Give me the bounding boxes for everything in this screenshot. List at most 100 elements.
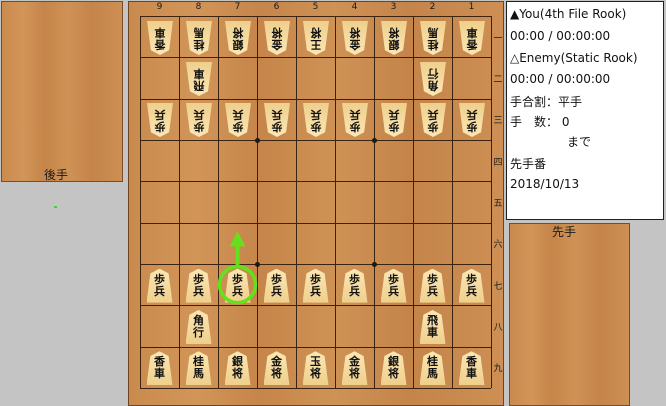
- piece-char: 歩: [349, 272, 360, 286]
- rank-label: 七: [493, 281, 503, 292]
- file-label: 3: [390, 2, 397, 12]
- rank-label: 二: [493, 74, 503, 85]
- piece-char: 行: [427, 66, 438, 80]
- sente-piece[interactable]: 銀将: [224, 351, 251, 386]
- piece-char: 兵: [388, 108, 399, 122]
- move-count: 手 数： 0: [510, 115, 570, 129]
- piece-char: 兵: [271, 284, 282, 298]
- grid-line-vertical: [374, 16, 375, 388]
- grid-line-horizontal: [140, 99, 491, 100]
- piece-char: 兵: [427, 108, 438, 122]
- piece-char: 銀: [388, 37, 399, 51]
- sente-clock: 00:00 / 00:00:00: [510, 29, 611, 43]
- piece-char: 歩: [466, 120, 477, 134]
- sente-piece[interactable]: 角行: [185, 309, 212, 344]
- piece-char: 歩: [466, 272, 477, 286]
- grid-line-vertical: [179, 16, 180, 388]
- sente-piece[interactable]: 香車: [146, 351, 173, 386]
- star-point: [372, 261, 377, 267]
- sente-piece[interactable]: 歩兵: [341, 268, 368, 303]
- sente-piece[interactable]: 香車: [458, 351, 485, 386]
- sente-piece[interactable]: 歩兵: [380, 268, 407, 303]
- grid-line-vertical: [140, 16, 141, 388]
- piece-char: 歩: [154, 120, 165, 134]
- sente-piece[interactable]: 歩兵: [224, 268, 251, 303]
- gote-piece-stand[interactable]: [1, 1, 123, 182]
- star-point: [372, 137, 377, 143]
- piece-char: 兵: [232, 108, 243, 122]
- piece-char: 角: [427, 78, 438, 92]
- piece-char: 金: [349, 37, 360, 51]
- gote-hand-label: 後手: [44, 168, 69, 182]
- piece-char: 兵: [466, 108, 477, 122]
- piece-char: 車: [427, 325, 438, 339]
- sente-piece[interactable]: 歩兵: [419, 268, 446, 303]
- piece-char: 歩: [349, 120, 360, 134]
- sente-piece[interactable]: 金将: [341, 351, 368, 386]
- piece-char: 歩: [193, 120, 204, 134]
- sente-piece[interactable]: 玉将: [302, 351, 329, 386]
- piece-char: 飛: [193, 78, 204, 92]
- grid-line-vertical: [257, 16, 258, 388]
- sente-piece-stand[interactable]: [509, 223, 630, 406]
- sente-piece[interactable]: 歩兵: [185, 268, 212, 303]
- piece-char: 歩: [388, 272, 399, 286]
- rank-label: 四: [493, 157, 503, 168]
- sente-piece[interactable]: 桂馬: [185, 351, 212, 386]
- star-point: [255, 261, 260, 267]
- piece-char: 桂: [193, 37, 204, 51]
- sente-piece[interactable]: 歩兵: [458, 268, 485, 303]
- grid-line-horizontal: [140, 181, 491, 182]
- piece-char: 将: [232, 367, 243, 381]
- piece-char: 行: [193, 325, 204, 339]
- piece-char: 兵: [154, 284, 165, 298]
- piece-char: 香: [466, 37, 477, 51]
- piece-char: 兵: [193, 284, 204, 298]
- sente-piece[interactable]: 歩兵: [263, 268, 290, 303]
- file-label: 7: [234, 2, 241, 12]
- sente-piece[interactable]: 金将: [263, 351, 290, 386]
- rank-label: 六: [493, 240, 503, 251]
- sente-piece[interactable]: 桂馬: [419, 351, 446, 386]
- piece-char: 兵: [154, 108, 165, 122]
- grid-line-vertical: [413, 16, 414, 388]
- sente-piece[interactable]: 飛車: [419, 309, 446, 344]
- rank-label: 九: [493, 364, 503, 375]
- turn-indicator: 先手番: [510, 157, 547, 171]
- piece-char: 車: [193, 66, 204, 80]
- piece-char: 兵: [466, 284, 477, 298]
- grid-line-horizontal: [140, 305, 491, 306]
- file-label: 1: [468, 2, 475, 12]
- piece-char: 歩: [154, 272, 165, 286]
- piece-char: 兵: [388, 284, 399, 298]
- game-status: まで: [567, 135, 592, 149]
- piece-char: 兵: [310, 284, 321, 298]
- game-date: 2018/10/13: [510, 177, 580, 191]
- handicap-info: 手合割：平手: [510, 95, 583, 109]
- piece-char: 歩: [271, 272, 282, 286]
- grid-line-horizontal: [140, 264, 491, 265]
- piece-char: 金: [271, 37, 282, 51]
- piece-char: 銀: [232, 37, 243, 51]
- piece-char: 将: [349, 367, 360, 381]
- piece-char: 歩: [193, 272, 204, 286]
- rank-label: 三: [493, 116, 503, 127]
- grid-line-horizontal: [140, 140, 491, 141]
- piece-char: 馬: [193, 367, 204, 381]
- piece-char: 歩: [427, 120, 438, 134]
- sente-piece[interactable]: 歩兵: [146, 268, 173, 303]
- grid-line-horizontal: [140, 388, 491, 389]
- piece-char: 歩: [232, 120, 243, 134]
- sente-piece[interactable]: 歩兵: [302, 268, 329, 303]
- star-point: [255, 137, 260, 143]
- piece-char: 将: [349, 25, 360, 39]
- piece-char: 歩: [271, 120, 282, 134]
- grid-line-horizontal: [140, 223, 491, 224]
- grid-line-vertical: [452, 16, 453, 388]
- file-label: 4: [351, 2, 358, 12]
- piece-char: 兵: [310, 108, 321, 122]
- sente-player-name: ▲You(4th File Rook): [510, 7, 627, 21]
- piece-char: 歩: [388, 120, 399, 134]
- sente-piece[interactable]: 銀将: [380, 351, 407, 386]
- grid-line-vertical: [335, 16, 336, 388]
